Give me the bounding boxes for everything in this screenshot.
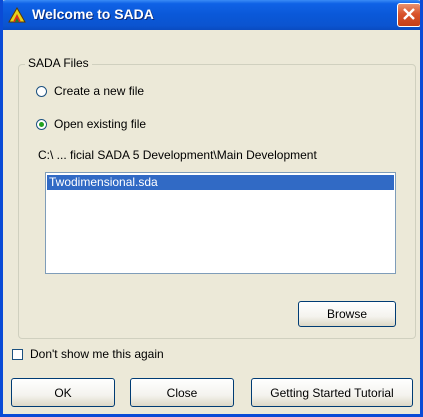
file-list[interactable]: Twodimensional.sda (45, 172, 396, 274)
getting-started-tutorial-button[interactable]: Getting Started Tutorial (251, 378, 413, 407)
create-new-file-radio[interactable] (36, 85, 47, 97)
dont-show-again-option[interactable]: Don't show me this again (12, 347, 164, 361)
close-window-button[interactable] (397, 3, 420, 27)
open-existing-file-radio[interactable] (36, 118, 47, 130)
current-path: C:\ ... ficial SADA 5 Development\Main D… (38, 148, 317, 162)
dont-show-again-label[interactable]: Don't show me this again (30, 347, 164, 361)
ok-button[interactable]: OK (11, 378, 115, 407)
open-existing-file-label[interactable]: Open existing file (54, 117, 146, 131)
close-icon (402, 7, 416, 24)
sada-app-icon (8, 6, 26, 24)
group-label: SADA Files (25, 56, 92, 70)
list-item[interactable]: Twodimensional.sda (47, 175, 394, 190)
create-new-file-label[interactable]: Create a new file (54, 84, 144, 98)
dont-show-again-checkbox[interactable] (12, 348, 23, 360)
window-title: Welcome to SADA (32, 6, 154, 22)
open-existing-file-option[interactable]: Open existing file (36, 117, 146, 131)
create-new-file-option[interactable]: Create a new file (36, 84, 144, 98)
close-button[interactable]: Close (130, 378, 234, 407)
browse-button[interactable]: Browse (298, 301, 396, 327)
welcome-dialog: Welcome to SADA SADA Files Create a new … (0, 0, 423, 417)
title-bar[interactable]: Welcome to SADA (3, 0, 420, 30)
